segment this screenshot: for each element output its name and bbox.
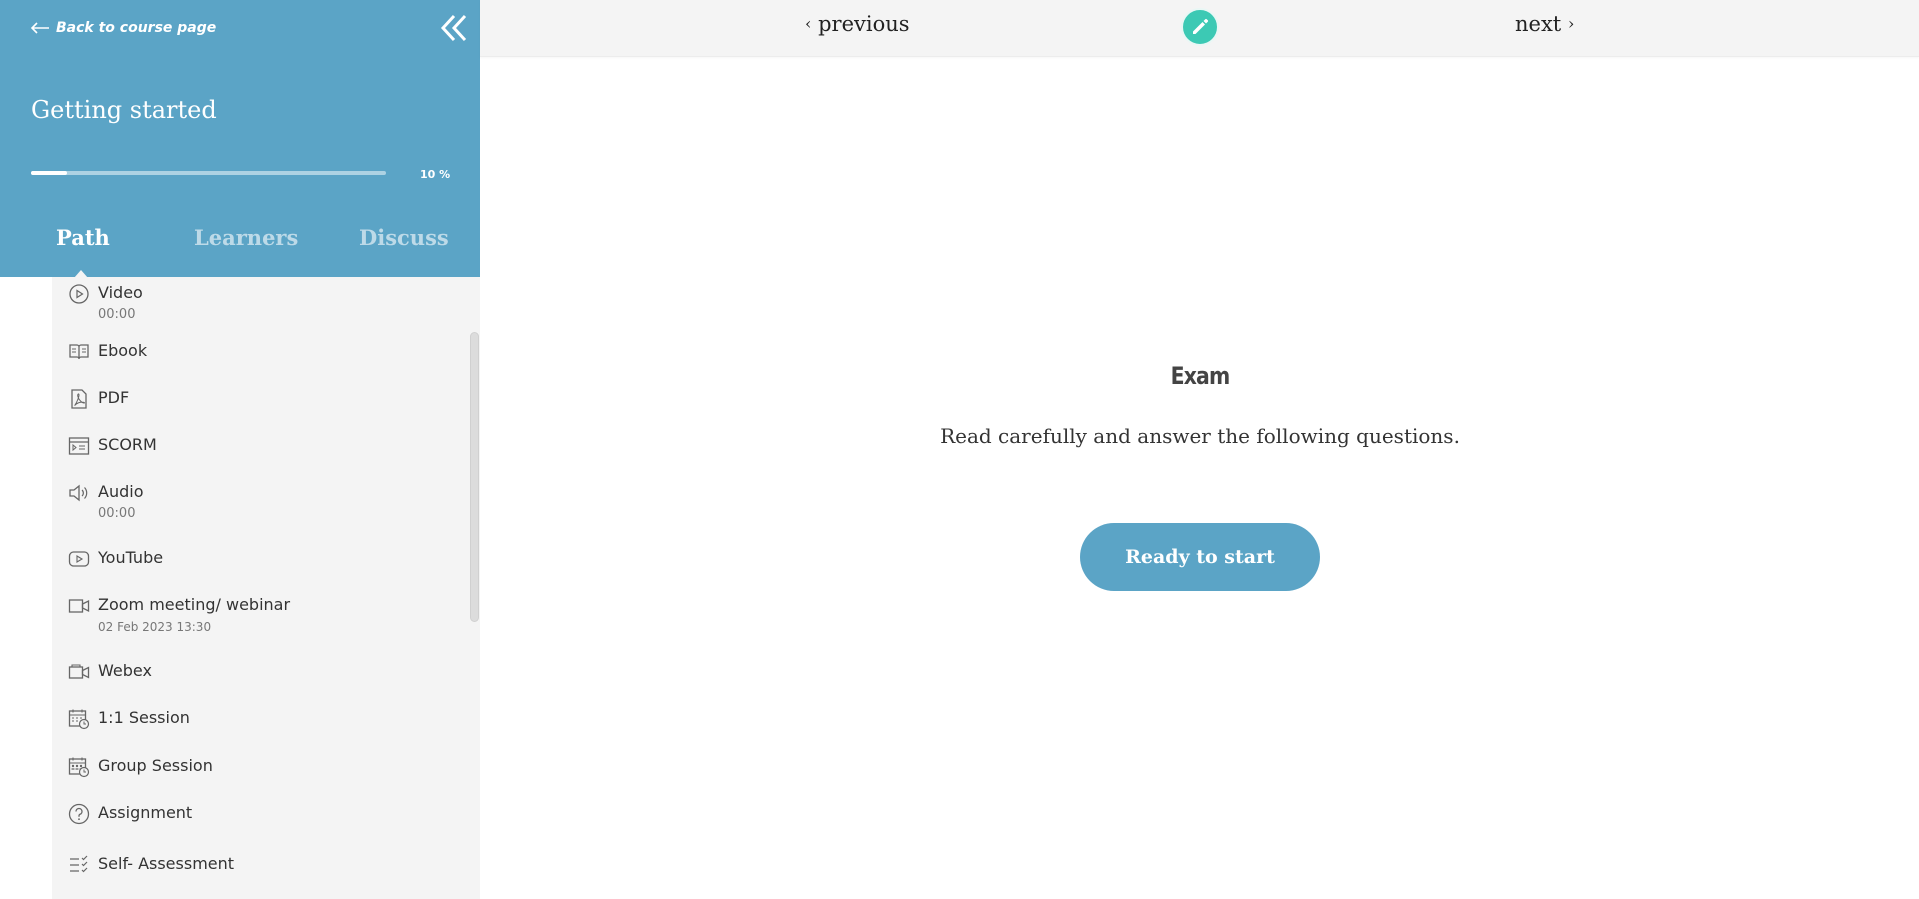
item-title: Assignment xyxy=(98,803,193,822)
exam-title: Exam xyxy=(1170,362,1231,390)
video-camera-icon xyxy=(68,595,90,617)
progress-percent: 10 % xyxy=(420,168,451,181)
arrow-left-icon xyxy=(30,22,49,34)
list-item[interactable]: Audio 00:00 xyxy=(68,482,143,522)
question-circle-icon xyxy=(68,803,90,825)
checklist-icon xyxy=(68,854,90,876)
scorm-icon xyxy=(68,435,90,457)
item-title: 1:1 Session xyxy=(98,708,190,727)
video-camera-icon xyxy=(68,661,90,683)
list-item[interactable]: Ebook xyxy=(68,341,147,363)
scrollbar-thumb[interactable] xyxy=(470,332,479,622)
list-item[interactable]: Zoom meeting/ webinar 02 Feb 2023 13:30 xyxy=(68,595,290,635)
speaker-icon xyxy=(68,482,90,504)
sidebar: Back to course page Getting started 10 %… xyxy=(0,0,480,899)
back-to-course-link[interactable]: Back to course page xyxy=(30,20,216,36)
item-title: SCORM xyxy=(98,435,157,454)
next-label: next xyxy=(1515,12,1562,36)
item-duration: 00:00 xyxy=(98,307,136,322)
item-duration: 00:00 xyxy=(98,506,136,521)
next-button[interactable]: next › xyxy=(1515,12,1574,36)
list-item[interactable]: Webex xyxy=(68,661,152,683)
item-title: Webex xyxy=(98,661,152,680)
list-item[interactable]: Assignment xyxy=(68,803,192,825)
pencil-icon xyxy=(1193,18,1209,34)
list-item[interactable]: Video 00:00 xyxy=(68,283,143,323)
item-datetime: 02 Feb 2023 13:30 xyxy=(98,620,212,634)
path-list: Video 00:00 Ebook PDF SCORM Audio 00:00 Yo… xyxy=(52,277,468,899)
item-title: Zoom meeting/ webinar xyxy=(98,595,291,614)
course-title: Getting started xyxy=(31,96,217,124)
sidebar-header: Back to course page Getting started 10 %… xyxy=(0,0,480,277)
list-item[interactable]: Self- Assessment xyxy=(68,854,234,876)
list-item[interactable]: Group Session xyxy=(68,756,213,778)
list-item[interactable]: PDF xyxy=(68,388,129,410)
list-item[interactable]: 1:1 Session xyxy=(68,708,190,730)
group-calendar-icon xyxy=(68,756,90,778)
calendar-clock-icon xyxy=(68,708,90,730)
tab-path[interactable]: Path xyxy=(56,225,110,250)
progress-fill xyxy=(31,171,67,175)
item-title: Group Session xyxy=(98,756,213,775)
item-title: YouTube xyxy=(98,548,164,567)
edit-button[interactable] xyxy=(1181,8,1219,46)
item-title: PDF xyxy=(98,388,130,407)
previous-button[interactable]: ‹ previous xyxy=(805,12,910,36)
youtube-icon xyxy=(68,548,90,570)
play-circle-icon xyxy=(68,283,90,305)
list-item[interactable]: YouTube xyxy=(68,548,163,570)
list-item[interactable]: SCORM xyxy=(68,435,157,457)
collapse-sidebar-icon[interactable] xyxy=(438,12,470,44)
tab-learners[interactable]: Learners xyxy=(194,225,298,250)
book-icon xyxy=(68,341,90,363)
chevron-right-icon: › xyxy=(1567,14,1575,33)
chevron-left-icon: ‹ xyxy=(805,14,812,33)
pdf-icon xyxy=(68,388,90,410)
back-link-label: Back to course page xyxy=(56,20,217,36)
progress-bar xyxy=(31,171,386,175)
exam-description: Read carefully and answer the following … xyxy=(940,424,1460,448)
item-title: Audio xyxy=(98,482,144,501)
item-title: Video xyxy=(98,283,143,302)
item-title: Ebook xyxy=(98,341,148,360)
sidebar-tabs: Path Learners Discuss xyxy=(0,225,480,265)
tab-discuss[interactable]: Discuss xyxy=(359,225,449,250)
previous-label: previous xyxy=(818,12,910,36)
item-title: Self- Assessment xyxy=(98,854,235,873)
ready-to-start-button[interactable]: Ready to start xyxy=(1080,523,1320,591)
